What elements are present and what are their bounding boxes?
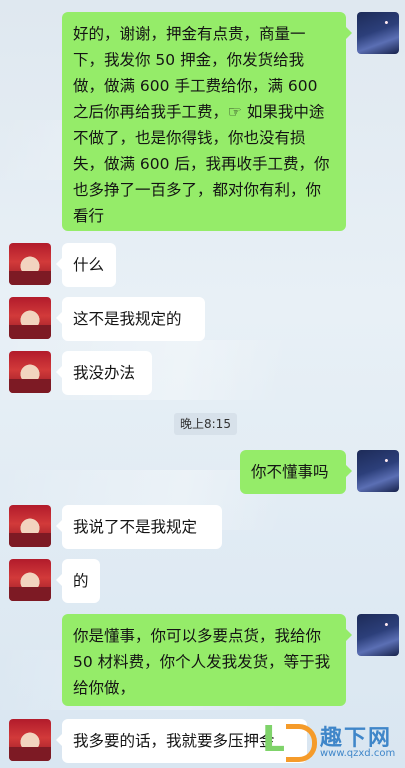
contact-avatar[interactable] <box>9 243 51 285</box>
contact-avatar[interactable] <box>9 719 51 761</box>
contact-avatar[interactable] <box>9 297 51 339</box>
message-text: 什么 <box>73 256 105 274</box>
message-text: 你是懂事，你可以多要点货，我给你 50 材料费，你个人发我发货，等于我给你做， <box>73 627 331 697</box>
contact-avatar[interactable] <box>9 505 51 547</box>
watermark-url: www.qzxd.com <box>320 748 396 759</box>
message-text: 我没办法 <box>73 364 136 382</box>
message-text: 我说了不是我规定 <box>73 518 198 536</box>
message-bubble-incoming[interactable]: 我说了不是我规定 <box>56 505 222 549</box>
message-text: 你不懂事吗 <box>251 463 329 481</box>
watermark-logo-icon: L <box>262 719 285 760</box>
message-bubble-incoming[interactable]: 什么 <box>56 243 116 287</box>
message-text: 我多要的话，我就要多压押金 <box>73 732 275 750</box>
self-avatar[interactable] <box>357 450 399 492</box>
message-bubble-incoming[interactable]: 这不是我规定的 <box>56 297 205 341</box>
message-bubble-outgoing[interactable]: 你不懂事吗 <box>240 450 352 494</box>
message-bubble-incoming[interactable]: 的 <box>56 559 100 603</box>
self-avatar[interactable] <box>357 614 399 656</box>
message-timestamp: 晚上8:15 <box>174 413 237 435</box>
contact-avatar[interactable] <box>9 559 51 601</box>
message-bubble-outgoing[interactable]: 你是懂事，你可以多要点货，我给你 50 材料费，你个人发我发货，等于我给你做， <box>62 614 352 706</box>
watermark-logo-arc-icon <box>286 724 317 762</box>
message-text: 这不是我规定的 <box>73 310 182 328</box>
contact-avatar[interactable] <box>9 351 51 393</box>
message-bubble-outgoing[interactable]: 好的，谢谢，押金有点贵，商量一下，我发你 50 押金，你发货给我做，做满 600… <box>62 12 352 231</box>
self-avatar[interactable] <box>357 12 399 54</box>
site-watermark: L 趣下网 www.qzxd.com <box>262 718 402 766</box>
message-text: 的 <box>73 572 89 590</box>
message-bubble-incoming[interactable]: 我没办法 <box>56 351 152 395</box>
message-text: 好的，谢谢，押金有点贵，商量一下，我发你 50 押金，你发货给我做，做满 600… <box>73 25 330 225</box>
